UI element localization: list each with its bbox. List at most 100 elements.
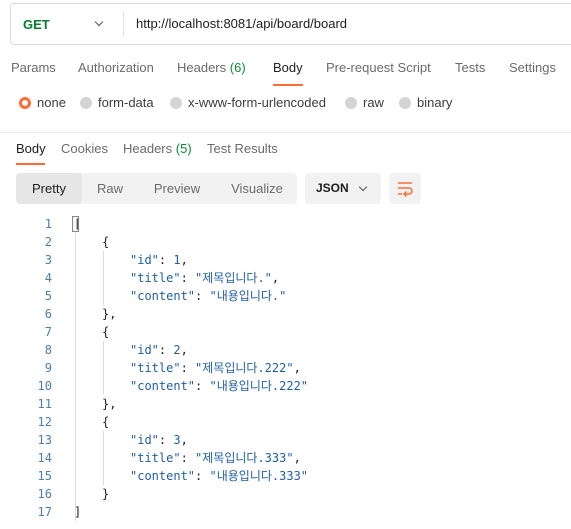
indent-guide xyxy=(103,341,104,395)
view-preview-button[interactable]: Preview xyxy=(142,173,212,204)
tab-label: Pre-request Script xyxy=(326,60,431,75)
indent-guide xyxy=(103,251,104,305)
radio-none[interactable]: none xyxy=(19,95,66,110)
radio-x-www-form-urlencoded[interactable]: x-www-form-urlencoded xyxy=(170,95,326,110)
radio-unchecked-icon xyxy=(170,96,182,109)
code-line: 7{ xyxy=(0,323,571,341)
radio-label: x-www-form-urlencoded xyxy=(188,95,326,110)
json-key: "content" xyxy=(130,469,196,483)
tab-label: Headers xyxy=(123,141,173,156)
json-value: "제목입니다.333" xyxy=(195,451,294,465)
json-value: 1 xyxy=(173,253,181,267)
radio-label: binary xyxy=(417,95,453,110)
tab-count-badge: (6) xyxy=(229,60,246,75)
line-number: 6 xyxy=(44,307,52,321)
divider xyxy=(123,12,124,36)
json-value: "제목입니다." xyxy=(195,271,272,285)
radio-raw[interactable]: raw xyxy=(345,95,384,110)
line-number: 16 xyxy=(37,487,52,501)
code-line: 13 "id": 3, xyxy=(0,431,571,449)
tab-cookies[interactable]: Cookies xyxy=(61,141,108,156)
view-mode-group: Pretty Raw Preview Visualize xyxy=(16,173,297,204)
code-text: "title": "제목입니다.", xyxy=(130,271,280,285)
code-text: "id": 1, xyxy=(130,253,188,267)
code-line: 12 { xyxy=(0,413,571,431)
code-text: "content": "내용입니다." xyxy=(130,289,287,303)
method-select[interactable]: GET xyxy=(11,4,123,44)
code-line: 2{ xyxy=(0,233,571,251)
json-value: 3 xyxy=(173,433,181,447)
json-key: "title" xyxy=(130,361,181,375)
line-number: 4 xyxy=(44,271,52,285)
json-key: "content" xyxy=(130,379,196,393)
radio-checked-icon xyxy=(19,96,31,109)
json-key: "content" xyxy=(130,289,196,303)
wrap-lines-icon xyxy=(398,182,413,197)
tab-label: Body xyxy=(16,141,46,156)
section-divider xyxy=(0,132,571,133)
line-number: 8 xyxy=(44,343,52,357)
line-number: 11 xyxy=(37,397,52,411)
code-text: "title": "제목입니다.222", xyxy=(130,361,301,375)
view-pretty-button[interactable]: Pretty xyxy=(16,173,82,204)
code-text: "id": 2, xyxy=(130,343,188,357)
code-line: 11}, xyxy=(0,395,571,413)
tab-headers[interactable]: Headers (6) xyxy=(177,60,246,75)
line-number: 3 xyxy=(44,253,52,267)
line-number: 12 xyxy=(37,415,52,429)
request-url-bar: GET http://localhost:8081/api/board/boar… xyxy=(10,3,571,45)
json-value: 2 xyxy=(173,343,181,357)
radio-unchecked-icon xyxy=(80,96,92,109)
code-line: 9 "title": "제목입니다.222", xyxy=(0,359,571,377)
json-value: "제목입니다.222" xyxy=(195,361,294,375)
active-tab-indicator xyxy=(273,84,303,86)
json-key: "id" xyxy=(130,343,159,357)
code-line: 17] xyxy=(0,503,571,521)
bracket-match-highlight xyxy=(72,216,79,232)
code-text: }, xyxy=(102,307,117,321)
radio-binary[interactable]: binary xyxy=(399,95,452,110)
line-number: 5 xyxy=(44,289,52,303)
code-text: "content": "내용입니다.333" xyxy=(130,469,309,483)
line-number: 7 xyxy=(44,325,52,339)
line-number: 17 xyxy=(37,505,52,519)
code-line: 10 "content": "내용입니다.222" xyxy=(0,377,571,395)
url-input[interactable]: http://localhost:8081/api/board/board xyxy=(136,4,347,44)
code-text: { xyxy=(102,325,110,339)
tab-body[interactable]: Body xyxy=(273,60,303,75)
tab-pre-request-script[interactable]: Pre-request Script xyxy=(326,60,431,75)
code-line: 1[ xyxy=(0,215,571,233)
tab-response-headers[interactable]: Headers (5) xyxy=(123,141,192,156)
code-text: } xyxy=(102,487,110,501)
wrap-lines-button[interactable] xyxy=(389,173,421,204)
view-visualize-button[interactable]: Visualize xyxy=(220,173,294,204)
tab-response-body[interactable]: Body xyxy=(16,141,46,156)
indent-guide xyxy=(103,431,104,485)
tab-settings[interactable]: Settings xyxy=(509,60,556,75)
format-select[interactable]: JSON xyxy=(305,173,381,204)
code-line: 5 "content": "내용입니다." xyxy=(0,287,571,305)
code-text: "content": "내용입니다.222" xyxy=(130,379,309,393)
json-value: "내용입니다.222" xyxy=(209,379,309,393)
json-value: "내용입니다." xyxy=(209,289,287,303)
tab-tests[interactable]: Tests xyxy=(455,60,485,75)
radio-form-data[interactable]: form-data xyxy=(80,95,154,110)
code-line: 6}, xyxy=(0,305,571,323)
tab-params[interactable]: Params xyxy=(11,60,56,75)
response-body-viewer[interactable]: 1[2{3 "id": 1, 4 "title": "제목입니다.", 5 "conten… xyxy=(0,215,571,529)
view-raw-button[interactable]: Raw xyxy=(86,173,134,204)
tab-label: Test Results xyxy=(207,141,278,156)
code-line: 4 "title": "제목입니다.", xyxy=(0,269,571,287)
indent-guide xyxy=(75,233,76,521)
code-line: 3 "id": 1, xyxy=(0,251,571,269)
line-number: 13 xyxy=(37,433,52,447)
code-line: 16} xyxy=(0,485,571,503)
json-value: "내용입니다.333" xyxy=(209,469,309,483)
line-number: 9 xyxy=(44,361,52,375)
code-text: "id": 3, xyxy=(130,433,188,447)
line-number: 14 xyxy=(37,451,52,465)
tab-authorization[interactable]: Authorization xyxy=(78,60,154,75)
format-label: JSON xyxy=(316,181,349,195)
tab-test-results[interactable]: Test Results xyxy=(207,141,278,156)
code-text: "title": "제목입니다.333", xyxy=(130,451,301,465)
